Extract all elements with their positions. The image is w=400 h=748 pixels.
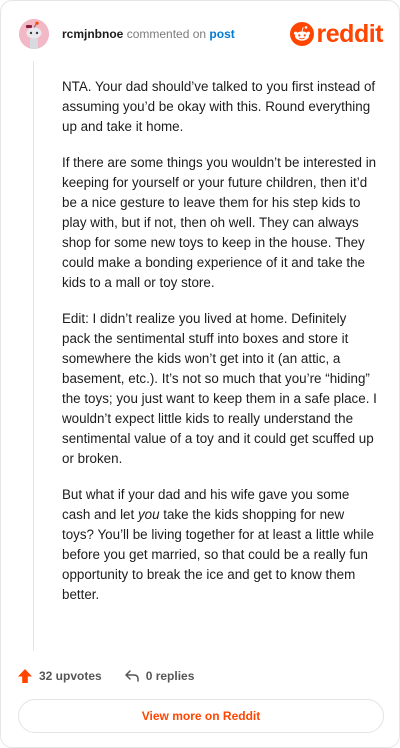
upvote-count: 32 upvotes xyxy=(39,669,102,683)
reddit-wordmark: reddit xyxy=(316,20,384,48)
thread-line xyxy=(33,61,34,651)
view-more-button[interactable]: View more on Reddit xyxy=(18,699,384,733)
comment-embed-card: rcmjnbnoe commented on post reddit NTA. … xyxy=(0,0,400,748)
replies-button[interactable]: 0 replies xyxy=(124,668,195,684)
post-link[interactable]: post xyxy=(209,27,234,41)
upvote-button[interactable]: 32 upvotes xyxy=(17,668,102,684)
reddit-logo[interactable]: reddit xyxy=(289,20,384,48)
upvote-arrow-icon xyxy=(18,669,32,683)
reply-arrow-icon xyxy=(124,670,139,682)
comment-paragraph: But what if your dad and his wife gave y… xyxy=(62,485,378,605)
comment-body: NTA. Your dad should’ve talked to you fi… xyxy=(62,77,378,621)
comment-footer: 32 upvotes 0 replies xyxy=(17,665,216,687)
comment-header: rcmjnbnoe commented on post reddit xyxy=(19,19,384,49)
username-link[interactable]: rcmjnbnoe xyxy=(62,27,123,41)
snoo-avatar-icon xyxy=(19,19,49,49)
action-text: commented on xyxy=(126,27,207,41)
comment-paragraph: Edit: I didn’t realize you lived at home… xyxy=(62,311,377,466)
comment-paragraph: If there are some things you wouldn’t be… xyxy=(62,155,377,290)
reddit-logo-icon xyxy=(289,22,314,46)
reply-count: 0 replies xyxy=(145,669,195,683)
emphasis-text: you xyxy=(137,507,160,522)
user-avatar[interactable] xyxy=(19,19,49,49)
comment-paragraph: NTA. Your dad should’ve talked to you fi… xyxy=(62,79,376,134)
comment-meta: rcmjnbnoe commented on post xyxy=(62,27,235,41)
